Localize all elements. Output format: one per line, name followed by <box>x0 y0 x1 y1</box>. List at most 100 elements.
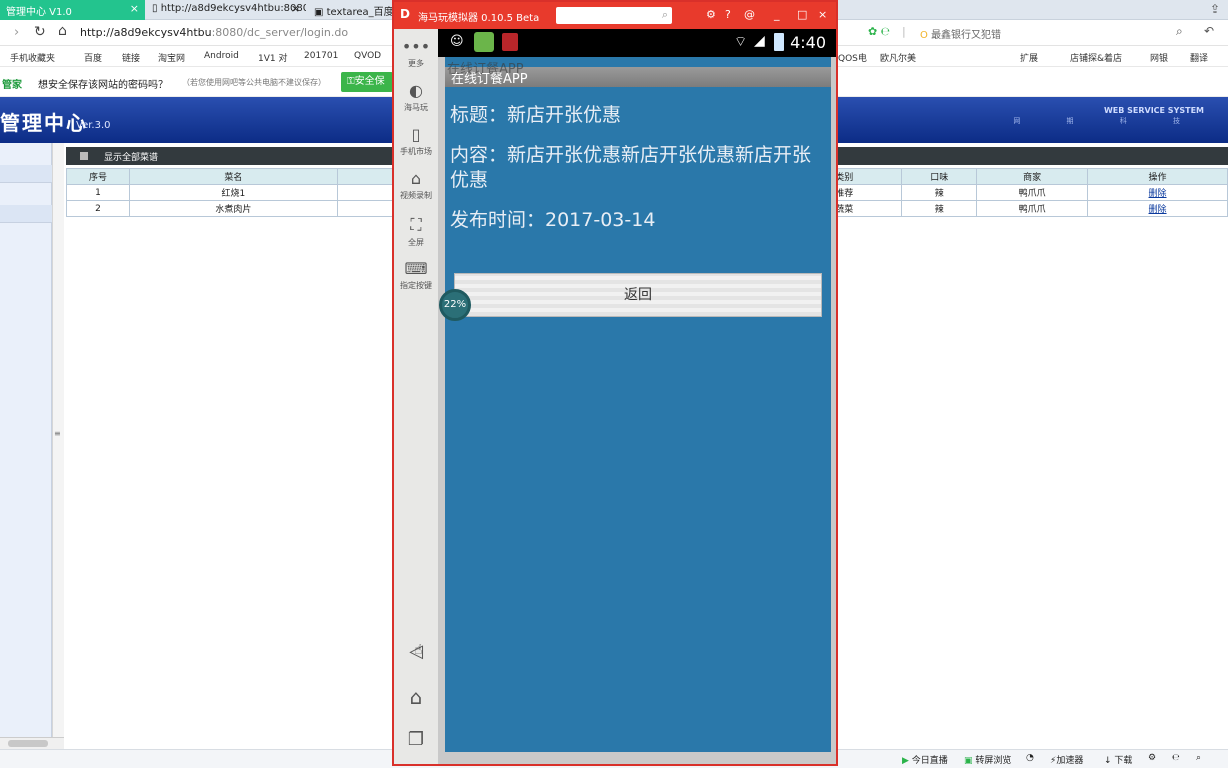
col-header: 操作 <box>1087 168 1228 185</box>
system-name: WEB SERVICE SYSTEM <box>1103 106 1204 115</box>
sidebar-label: 视频录制 <box>400 191 432 200</box>
cursor-hand-icon: ☝ <box>414 642 423 658</box>
key-icon: ⚿ <box>347 76 355 87</box>
settings-icon[interactable]: ⚙ <box>706 8 716 21</box>
emulator-title-bar: D 海马玩模拟器 0.10.5 Beta ⌕ ⚙ ? @ _ □ × <box>394 2 836 29</box>
status-item[interactable]: ▶ 今日直播 <box>902 753 948 766</box>
admin-sidebar <box>0 143 52 751</box>
bookmark-item[interactable]: 翻译 <box>1190 51 1208 64</box>
bookmark-item[interactable]: 扩展 <box>1020 51 1038 64</box>
fullscreen-icon: ⛶ <box>410 215 422 234</box>
tab-admin[interactable]: 管理中心 V1.0 × <box>0 0 145 20</box>
url-input[interactable]: http://a8d9ekcysv4htbu:8080/dc_server/lo… <box>80 26 348 39</box>
sidebar-item[interactable] <box>0 165 52 183</box>
url-path: :8080/dc_server/login.do <box>211 26 349 39</box>
video-icon: ⌂ <box>410 169 422 188</box>
sidebar-item-fullscreen[interactable]: ⛶ 全屏 <box>394 215 438 248</box>
bookmark-item[interactable]: 链接 <box>122 51 140 64</box>
ie-icon[interactable]: ℮ <box>1172 753 1180 763</box>
cell-id: 1 <box>66 184 130 201</box>
help-icon[interactable]: ? <box>725 8 731 21</box>
settings-icon[interactable]: ⚙ <box>1148 753 1156 763</box>
status-item[interactable]: ⚡加速器 <box>1050 753 1083 766</box>
sidebar-scrollbar[interactable]: ≡ <box>52 143 64 751</box>
close-icon[interactable]: × <box>291 2 300 15</box>
tab-label: 管理中心 V1.0 <box>6 7 72 18</box>
download-icon: ↓ <box>1104 756 1115 766</box>
bookmark-item[interactable]: Android <box>204 51 239 61</box>
cell-shop: 鸭爪爪 <box>976 200 1089 217</box>
col-header: 类别 <box>834 168 903 185</box>
reload-icon[interactable]: ↻ <box>34 24 46 40</box>
scroll-thumb[interactable] <box>8 740 48 747</box>
bookmark-item[interactable]: 百度 <box>84 51 102 64</box>
status-label: 转屏浏览 <box>975 756 1012 766</box>
delete-link[interactable]: 删除 <box>1149 189 1167 199</box>
search-input[interactable]: O 最鑫银行又犯错 <box>920 26 1001 41</box>
undo-icon[interactable]: ↶ <box>1204 24 1214 38</box>
bookmark-item[interactable]: QOS电 <box>838 51 867 64</box>
sidebar-item-video[interactable]: ⌂ 视频录制 <box>394 169 438 201</box>
cell-category: 蔬菜 <box>834 200 903 217</box>
zoom-icon[interactable]: ⌕ <box>1196 753 1201 763</box>
android-icon: ☺ <box>450 34 464 49</box>
home-nav-button[interactable]: ⌂ <box>394 685 438 709</box>
minimize-icon[interactable]: _ <box>774 8 780 21</box>
menu-icon[interactable]: ⇪ <box>1210 2 1220 16</box>
sidebar-label: 全屏 <box>408 238 424 247</box>
sidebar-item[interactable] <box>0 205 52 223</box>
home-icon[interactable]: ⌂ <box>58 23 67 39</box>
sidebar-item-market[interactable]: ▯ 手机市场 <box>394 125 438 157</box>
recents-icon: ❐ <box>407 729 425 750</box>
bookmark-item[interactable]: 1V1 对 <box>258 51 287 64</box>
bookmark-item[interactable]: 手机收藏夹 <box>10 51 55 64</box>
bookmark-item[interactable]: 淘宝网 <box>158 51 185 64</box>
home-icon: ⌂ <box>409 685 423 709</box>
back-button[interactable]: 返回 <box>454 273 822 317</box>
status-item[interactable]: ↓ 下载 <box>1104 753 1132 766</box>
prompt-question: 想安全保存该网站的密码吗？ <box>38 80 168 91</box>
url-host: http://a8d9ekcysv4htbu <box>80 26 212 39</box>
bookmark-item[interactable]: 店铺探&着店 <box>1070 51 1122 64</box>
divider: | <box>902 25 906 38</box>
progress-badge: 22% <box>439 289 471 321</box>
page-icon: ▯ <box>152 3 161 14</box>
bookmark-item[interactable]: 201701 <box>304 51 338 61</box>
sidebar-item-haima[interactable]: ◐ 海马玩 <box>394 81 438 113</box>
status-item[interactable]: ▣ 转屏浏览 <box>964 753 1011 766</box>
emulator-search-input[interactable]: ⌕ <box>556 7 672 24</box>
cell-name: 红烧1 <box>128 184 338 201</box>
recents-nav-button[interactable]: ❐ <box>394 729 438 750</box>
cell-name: 水煮肉片 <box>128 200 338 217</box>
cell-taste: 辣 <box>901 184 978 201</box>
splitter-handle[interactable]: ≡ <box>54 429 61 438</box>
maximize-icon[interactable]: □ <box>797 8 807 21</box>
clock: 4:40 <box>790 33 826 52</box>
extension-icon[interactable]: ✿ ℮ <box>868 25 890 38</box>
menu-square-icon <box>80 152 88 160</box>
tab-url[interactable]: ▯ http://a8d9ekcysv4htbu:8080/... × <box>146 0 306 20</box>
delete-link[interactable]: 删除 <box>1149 205 1167 215</box>
horizontal-scrollbar[interactable] <box>0 737 64 749</box>
bookmark-item[interactable]: QVOD <box>354 51 381 61</box>
sidebar-label: 海马玩 <box>404 103 428 112</box>
status-label: 今日直播 <box>911 756 948 766</box>
close-icon[interactable]: × <box>130 2 139 15</box>
sidebar-item-keymap[interactable]: ⌨ 指定按键 <box>394 259 438 291</box>
wifi-icon: ⌔ <box>734 34 748 50</box>
status-item[interactable]: ◔ <box>1026 753 1034 763</box>
cell-shop: 鸭爪爪 <box>976 184 1089 201</box>
emulator-window: D 海马玩模拟器 0.10.5 Beta ⌕ ⚙ ? @ _ □ × ••• 更… <box>392 0 838 766</box>
bookmark-item[interactable]: 网银 <box>1150 51 1168 64</box>
more-icon: ••• <box>401 37 431 56</box>
bookmark-item[interactable]: 欧凡尔美 <box>880 51 916 64</box>
battery-icon <box>774 33 784 51</box>
sidebar-item-more[interactable]: ••• 更多 <box>394 37 438 69</box>
search-engine-icon: O <box>920 30 928 41</box>
sidebar-label: 更多 <box>408 59 424 68</box>
at-icon[interactable]: @ <box>744 8 755 21</box>
close-icon[interactable]: × <box>818 8 827 21</box>
search-icon[interactable]: ⌕ <box>1176 24 1183 39</box>
save-password-button[interactable]: ⚿安全保 <box>341 72 393 92</box>
forward-icon[interactable]: › <box>14 25 19 40</box>
